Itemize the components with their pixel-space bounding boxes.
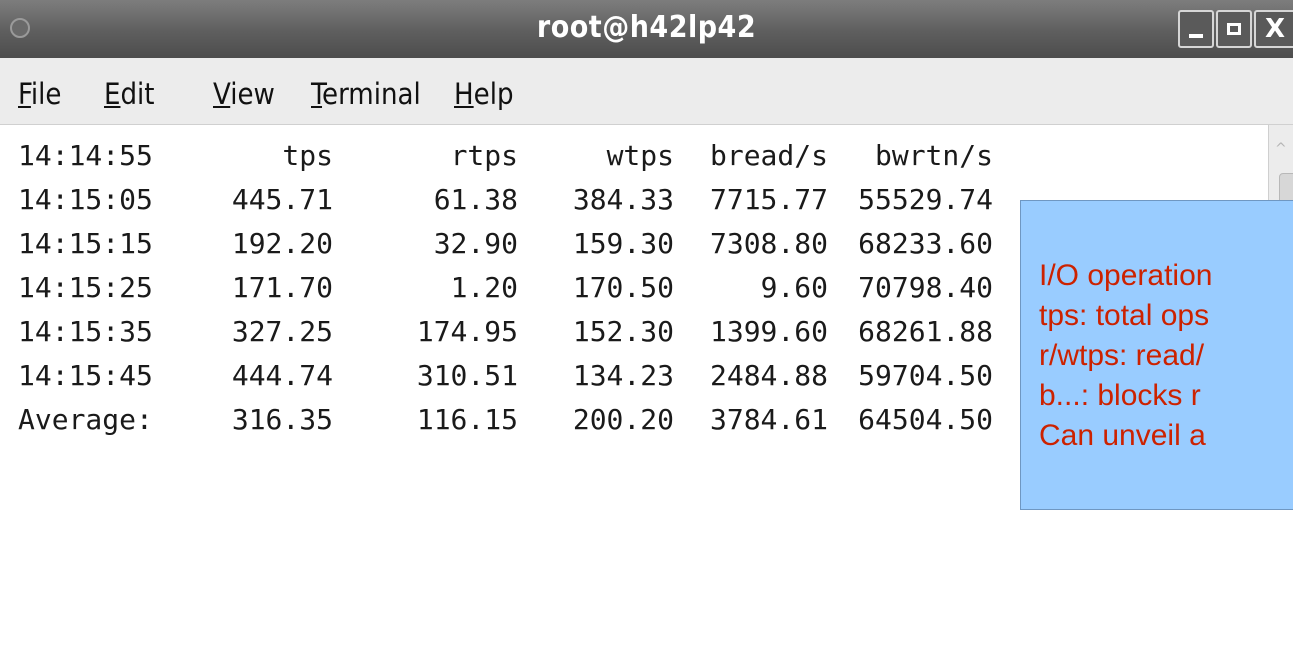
cell-bwrtn: 68233.60 xyxy=(858,227,993,260)
menu-help[interactable]: Help xyxy=(454,77,514,111)
terminal-row: 14:15:05 445.71 61.38 384.33 7715.77 555… xyxy=(18,183,993,227)
cell-tps: 327.25 xyxy=(231,315,333,348)
cell-wtps: 159.30 xyxy=(572,227,674,260)
window-titlebar[interactable]: root@h42lp42 X xyxy=(0,0,1293,58)
cell-rtps: 174.95 xyxy=(416,315,518,348)
minimize-button[interactable] xyxy=(1178,10,1214,48)
terminal-row: 14:15:45 444.74 310.51 134.23 2484.88 59… xyxy=(18,359,993,403)
maximize-icon xyxy=(1227,23,1241,35)
scroll-up-arrow-icon[interactable]: ^ xyxy=(1275,141,1287,157)
cell-rtps: 1.20 xyxy=(450,271,518,304)
cell-time: 14:15:15 xyxy=(18,227,153,260)
cell-tps: 444.74 xyxy=(231,359,333,392)
cell-rtps: 116.15 xyxy=(416,403,518,436)
menu-file[interactable]: File xyxy=(18,77,61,111)
cell-time: 14:15:25 xyxy=(18,271,153,304)
cell-bread: 2484.88 xyxy=(709,359,828,392)
menu-help-mnemonic: H xyxy=(454,77,474,111)
menu-file-mnemonic: F xyxy=(18,77,31,111)
header-wtps: wtps xyxy=(606,139,674,172)
menu-edit[interactable]: Edit xyxy=(104,77,155,111)
menu-terminal-mnemonic: T xyxy=(311,77,323,111)
menu-view[interactable]: View xyxy=(213,77,275,111)
terminal-row: 14:15:15 192.20 32.90 159.30 7308.80 682… xyxy=(18,227,993,271)
cell-bread: 7715.77 xyxy=(709,183,828,216)
cell-rtps: 310.51 xyxy=(416,359,518,392)
header-bread: bread/s xyxy=(709,139,828,172)
menu-terminal-label: erminal xyxy=(322,77,421,111)
cell-wtps: 384.33 xyxy=(572,183,674,216)
cell-bwrtn: 55529.74 xyxy=(858,183,993,216)
maximize-button[interactable] xyxy=(1216,10,1252,48)
window-title: root@h42lp42 xyxy=(536,10,757,45)
annotation-line: I/O operation xyxy=(1039,259,1213,292)
menu-help-label: elp xyxy=(473,77,514,111)
annotation-line: tps: total ops xyxy=(1039,299,1210,332)
header-rtps: rtps xyxy=(450,139,518,172)
cell-tps: 316.35 xyxy=(231,403,333,436)
cell-tps: 171.70 xyxy=(231,271,333,304)
terminal-row: 14:15:25 171.70 1.20 170.50 9.60 70798.4… xyxy=(18,271,993,315)
terminal-row: 14:15:35 327.25 174.95 152.30 1399.60 68… xyxy=(18,315,993,359)
menu-edit-mnemonic: E xyxy=(104,77,121,111)
cell-time: 14:15:45 xyxy=(18,359,153,392)
cell-rtps: 61.38 xyxy=(433,183,518,216)
cell-bwrtn: 68261.88 xyxy=(858,315,993,348)
cell-bread: 7308.80 xyxy=(709,227,828,260)
cell-time: 14:15:05 xyxy=(18,183,153,216)
cell-bread: 1399.60 xyxy=(709,315,828,348)
cell-rtps: 32.90 xyxy=(433,227,518,260)
cell-bread: 3784.61 xyxy=(709,403,828,436)
cell-bread: 9.60 xyxy=(760,271,828,304)
cell-bwrtn: 70798.40 xyxy=(858,271,993,304)
terminal-average-row: Average: 316.35 116.15 200.20 3784.61 64… xyxy=(18,403,993,447)
cell-wtps: 152.30 xyxy=(572,315,674,348)
annotation-callout: I/O operation tps: total ops r/wtps: rea… xyxy=(1020,200,1293,510)
cell-tps: 445.71 xyxy=(231,183,333,216)
annotation-line: r/wtps: read/ xyxy=(1039,339,1205,372)
annotation-line: Can unveil a xyxy=(1039,419,1206,452)
menu-bar: File Edit View Terminal Help xyxy=(0,58,1293,125)
cell-time: Average: xyxy=(18,403,153,436)
cell-time: 14:15:35 xyxy=(18,315,153,348)
minimize-icon xyxy=(1189,34,1203,38)
header-time: 14:14:55 xyxy=(18,139,153,172)
menu-edit-label: dit xyxy=(120,77,155,111)
cell-tps: 192.20 xyxy=(231,227,333,260)
header-bwrtn: bwrtn/s xyxy=(874,139,993,172)
menu-file-label: ile xyxy=(30,77,62,111)
terminal-header-row: 14:14:55 tps rtps wtps bread/s bwrtn/s xyxy=(18,139,993,183)
cell-wtps: 200.20 xyxy=(572,403,674,436)
menu-terminal[interactable]: Terminal xyxy=(311,77,421,111)
cell-wtps: 170.50 xyxy=(572,271,674,304)
header-tps: tps xyxy=(282,139,333,172)
menu-view-label: iew xyxy=(230,77,275,111)
menu-view-mnemonic: V xyxy=(213,77,231,111)
close-button[interactable]: X xyxy=(1254,10,1293,48)
cell-bwrtn: 59704.50 xyxy=(858,359,993,392)
cell-wtps: 134.23 xyxy=(572,359,674,392)
cell-bwrtn: 64504.50 xyxy=(858,403,993,436)
annotation-line: b...: blocks r xyxy=(1039,379,1201,412)
